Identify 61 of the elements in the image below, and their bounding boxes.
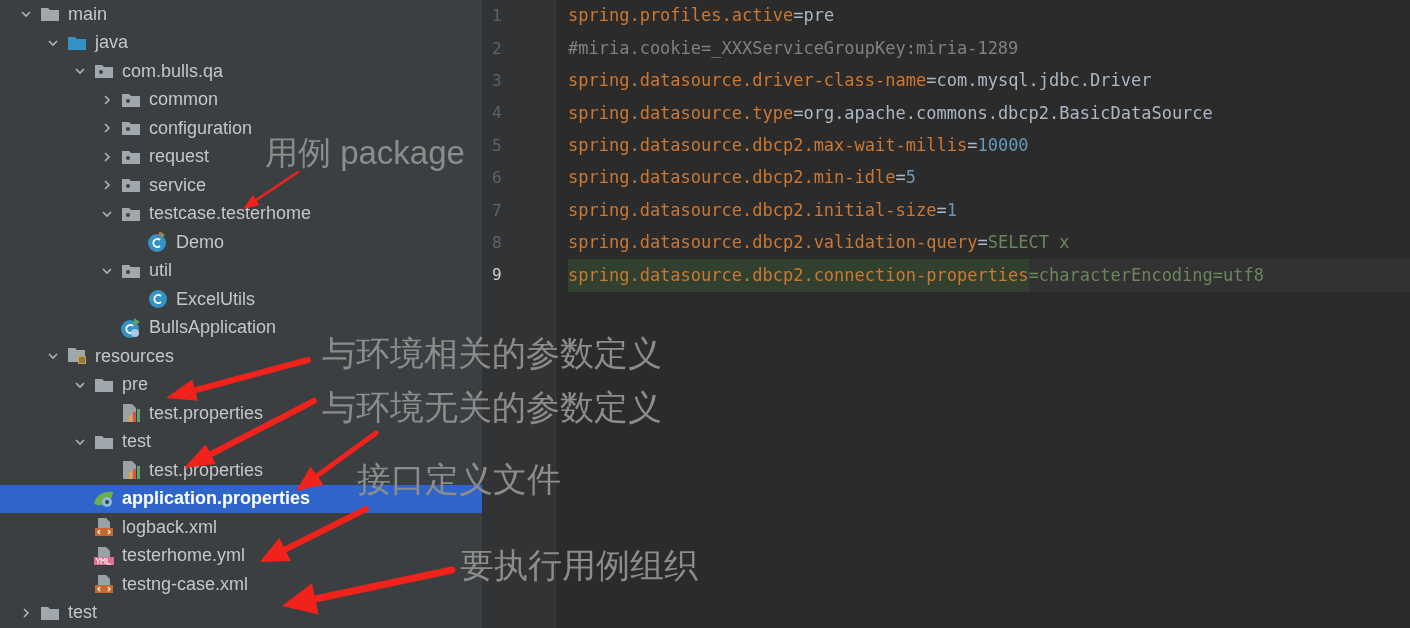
annotation-label: 要执行用例组织 xyxy=(460,548,698,582)
code-line: spring.datasource.dbcp2.max-wait-millis=10000 xyxy=(568,134,1030,157)
tree-item[interactable]: test xyxy=(74,427,151,456)
folder-icon xyxy=(94,376,114,393)
tree-item[interactable]: configuration xyxy=(101,114,253,143)
line-number: 9 xyxy=(492,264,502,287)
tree-item[interactable]: common xyxy=(101,85,219,114)
properties-file-icon xyxy=(121,403,141,424)
package-folder-icon xyxy=(121,91,141,108)
chevron-right-icon[interactable] xyxy=(101,150,113,163)
package-folder-icon xyxy=(121,177,141,194)
folder-icon xyxy=(40,6,60,23)
tree-item[interactable]: resources xyxy=(47,342,175,371)
tree-item[interactable]: application.properties xyxy=(74,484,311,513)
tree-item[interactable]: main xyxy=(20,0,107,29)
code-line: spring.datasource.driver-class-name=com.mysql.jdbc.Driver xyxy=(568,69,1153,93)
tree-item[interactable]: testng-case.xml xyxy=(74,570,249,599)
tree-item[interactable]: java xyxy=(47,28,129,57)
tree-item[interactable]: pre xyxy=(74,370,148,399)
package-folder-icon xyxy=(94,63,114,80)
test-class-icon xyxy=(147,231,169,254)
tree-item[interactable]: test xyxy=(20,598,97,627)
resource-folder-icon xyxy=(67,347,87,366)
tree-item[interactable]: BullsApplication xyxy=(101,313,277,342)
tree-item[interactable]: test.properties xyxy=(101,399,264,428)
chevron-right-icon[interactable] xyxy=(101,179,113,192)
chevron-right-icon[interactable] xyxy=(101,93,113,106)
annotation-label: 与环境相关的参数定义 xyxy=(322,336,662,370)
xml-file-icon xyxy=(94,574,114,595)
folder-icon xyxy=(94,433,114,450)
tree-item[interactable]: ExcelUtils xyxy=(128,285,255,314)
package-folder-icon xyxy=(121,148,141,165)
tree-item[interactable]: service xyxy=(101,171,206,200)
code-line: spring.datasource.type=org.apache.commons.dbcp2.BasicDataSource xyxy=(568,101,1214,125)
tree-item[interactable]: request xyxy=(101,142,210,171)
class-icon xyxy=(148,289,168,310)
code-line: spring.profiles.active=pre xyxy=(568,4,836,28)
yml-file-icon xyxy=(93,545,115,566)
package-folder-icon xyxy=(121,205,141,222)
code-line: spring.datasource.dbcp2.min-idle=5 xyxy=(568,166,917,190)
code-line: #miria.cookie=_XXXServiceGroupKey:miria-1289 xyxy=(568,36,1020,60)
tree-item[interactable]: com.bulls.qa xyxy=(74,57,224,86)
annotation-label: 与环境无关的参数定义 xyxy=(322,390,662,424)
tree-item[interactable]: logback.xml xyxy=(74,513,218,542)
chevron-right-icon[interactable] xyxy=(20,606,32,619)
xml-file-icon xyxy=(94,517,114,538)
folder-icon xyxy=(67,34,87,51)
tree-item[interactable]: test.properties xyxy=(101,456,264,485)
package-folder-icon xyxy=(121,262,141,279)
annotation-label: 用例 package xyxy=(265,136,465,169)
package-folder-icon xyxy=(121,120,141,137)
folder-icon xyxy=(40,604,60,621)
tree-item[interactable]: testcase.testerhome xyxy=(101,199,312,228)
code-line: spring.datasource.dbcp2.initial-size=1 xyxy=(568,198,958,222)
code-line: spring.datasource.dbcp2.validation-query=SELECT x xyxy=(568,231,1071,255)
tree-item[interactable]: util xyxy=(101,256,172,285)
spring-class-icon xyxy=(120,316,142,339)
properties-file-icon xyxy=(121,460,141,481)
tree-item[interactable]: Demo xyxy=(128,228,224,257)
tree-item[interactable]: testerhome.yml xyxy=(74,541,246,570)
chevron-right-icon[interactable] xyxy=(101,122,113,135)
